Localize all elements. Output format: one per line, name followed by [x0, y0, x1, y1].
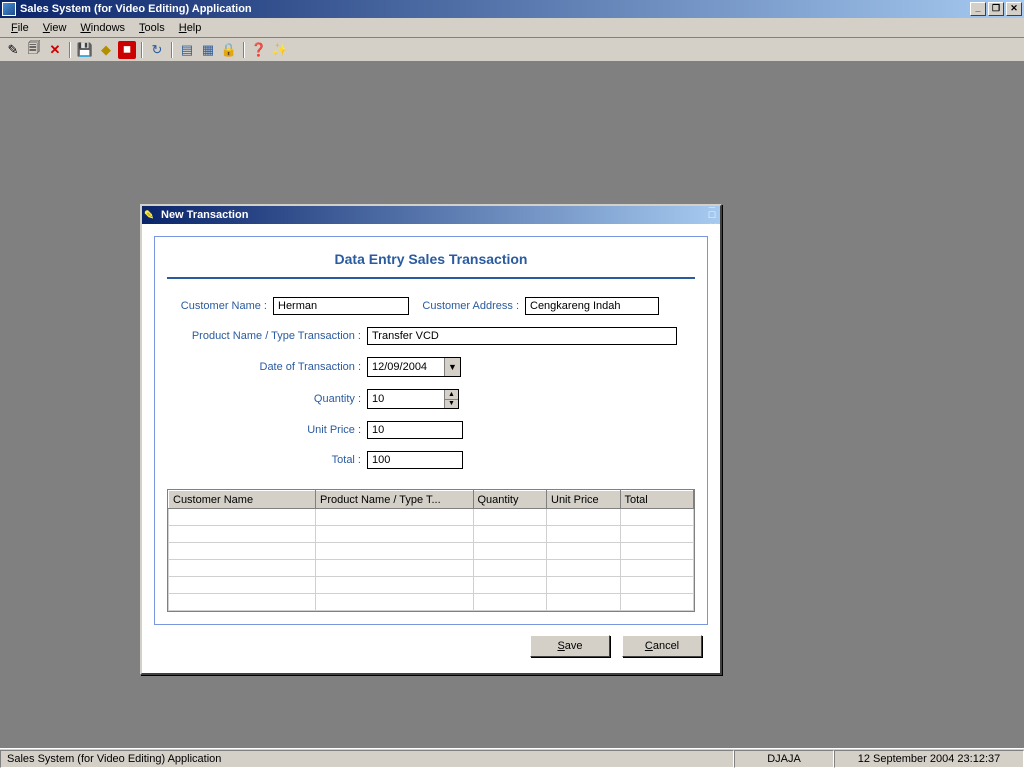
toolbar-separator: [141, 42, 143, 58]
save-button[interactable]: Save: [530, 635, 610, 657]
close-button[interactable]: ✕: [1006, 2, 1022, 16]
dialog-close-button[interactable]: ✕: [709, 221, 718, 234]
form-heading: Data Entry Sales Transaction: [167, 245, 695, 277]
save-button-text: ave: [565, 640, 583, 652]
menu-windows[interactable]: Windows: [73, 20, 132, 36]
label-total: Total :: [167, 454, 367, 466]
menu-help-label: elp: [187, 22, 202, 34]
menu-view[interactable]: View: [36, 20, 74, 36]
cancel-button-text: ancel: [653, 640, 679, 652]
toolbar-save-icon[interactable]: 💾: [76, 41, 94, 59]
menubar: File View Windows Tools Help: [0, 18, 1024, 38]
quantity-stepper[interactable]: ▲ ▼: [367, 389, 459, 409]
quantity-up-icon[interactable]: ▲: [445, 390, 458, 400]
grid-header-quantity[interactable]: Quantity: [473, 491, 547, 509]
grid-row[interactable]: [169, 577, 694, 594]
toolbar-wizard-icon[interactable]: ✨: [271, 41, 289, 59]
grid-header-price[interactable]: Unit Price: [547, 491, 621, 509]
product-name-input[interactable]: [367, 327, 677, 345]
grid-header-product[interactable]: Product Name / Type T...: [316, 491, 474, 509]
dialog-minimize-button[interactable]: _: [709, 197, 718, 209]
statusbar-user: DJAJA: [734, 750, 834, 768]
toolbar-separator: [243, 42, 245, 58]
menu-file-label: ile: [18, 22, 29, 34]
mdi-workspace: ✎ New Transaction _ □ ✕ Data Entry Sales…: [0, 62, 1024, 748]
heading-separator: [167, 277, 695, 279]
statusbar-datetime: 12 September 2004 23:12:37: [834, 750, 1024, 768]
grid-row[interactable]: [169, 509, 694, 526]
transactions-grid[interactable]: Customer Name Product Name / Type T... Q…: [167, 489, 695, 612]
dialog-icon: ✎: [144, 209, 157, 222]
customer-name-input[interactable]: [273, 297, 409, 315]
date-input[interactable]: [368, 358, 444, 376]
toolbar-stop-icon[interactable]: ◼: [118, 41, 136, 59]
grid-row[interactable]: [169, 526, 694, 543]
toolbar-help-icon[interactable]: ❓: [250, 41, 268, 59]
restore-button[interactable]: ❐: [988, 2, 1004, 16]
toolbar-refresh-icon[interactable]: ↻: [148, 41, 166, 59]
menu-file[interactable]: File: [4, 20, 36, 36]
date-dropdown-icon[interactable]: ▼: [444, 358, 460, 376]
statusbar-text: Sales System (for Video Editing) Applica…: [0, 750, 734, 768]
dialog-title: New Transaction: [161, 209, 709, 221]
label-product: Product Name / Type Transaction :: [167, 330, 367, 342]
cancel-button[interactable]: Cancel: [622, 635, 702, 657]
menu-view-label: iew: [50, 22, 67, 34]
app-title: Sales System (for Video Editing) Applica…: [20, 3, 970, 15]
dialog-titlebar: ✎ New Transaction _ □ ✕: [142, 206, 720, 224]
customer-address-input[interactable]: [525, 297, 659, 315]
date-picker[interactable]: ▼: [367, 357, 461, 377]
total-input[interactable]: [367, 451, 463, 469]
menu-tools-label: ools: [145, 22, 165, 34]
menu-tools[interactable]: Tools: [132, 20, 172, 36]
label-quantity: Quantity :: [167, 393, 367, 405]
grid-row[interactable]: [169, 560, 694, 577]
quantity-input[interactable]: [368, 390, 444, 408]
menu-help[interactable]: Help: [172, 20, 209, 36]
statusbar: Sales System (for Video Editing) Applica…: [0, 748, 1024, 768]
toolbar-new-icon[interactable]: ✎: [4, 41, 22, 59]
minimize-button[interactable]: _: [970, 2, 986, 16]
toolbar-list-icon[interactable]: ▤: [178, 41, 196, 59]
toolbar-separator: [171, 42, 173, 58]
dialog-body: Data Entry Sales Transaction Customer Na…: [142, 224, 720, 673]
grid-row[interactable]: [169, 543, 694, 560]
toolbar-app-icon[interactable]: ◆: [97, 41, 115, 59]
label-date: Date of Transaction :: [167, 361, 367, 373]
toolbar-delete-icon[interactable]: ✕: [46, 41, 64, 59]
dialog-maximize-button[interactable]: □: [709, 209, 718, 221]
label-unit-price: Unit Price :: [167, 424, 367, 436]
app-icon: [2, 2, 16, 16]
unit-price-input[interactable]: [367, 421, 463, 439]
form-panel: Data Entry Sales Transaction Customer Na…: [154, 236, 708, 625]
label-customer-address: Customer Address :: [409, 300, 525, 312]
label-customer-name: Customer Name :: [167, 300, 273, 312]
app-titlebar: Sales System (for Video Editing) Applica…: [0, 0, 1024, 18]
grid-header-total[interactable]: Total: [620, 491, 694, 509]
new-transaction-dialog: ✎ New Transaction _ □ ✕ Data Entry Sales…: [140, 204, 722, 675]
menu-windows-label: indows: [91, 22, 125, 34]
grid-header-customer[interactable]: Customer Name: [169, 491, 316, 509]
toolbar-lock-icon[interactable]: 🔒: [220, 41, 238, 59]
toolbar-separator: [69, 42, 71, 58]
toolbar-copy-icon[interactable]: 🗐: [25, 41, 43, 59]
toolbar: ✎ 🗐 ✕ 💾 ◆ ◼ ↻ ▤ ▦ 🔒 ❓ ✨: [0, 38, 1024, 62]
grid-row[interactable]: [169, 594, 694, 611]
quantity-down-icon[interactable]: ▼: [445, 400, 458, 409]
toolbar-grid-icon[interactable]: ▦: [199, 41, 217, 59]
